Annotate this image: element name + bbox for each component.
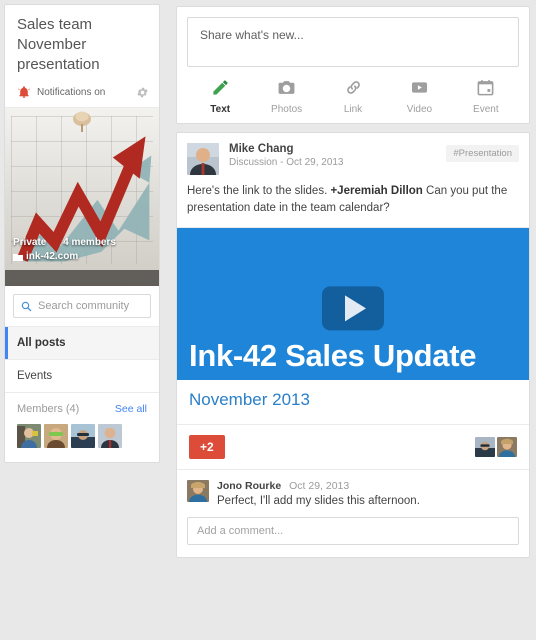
post-actions: +2 [177, 425, 529, 470]
tab-video-label: Video [406, 104, 433, 115]
tab-text[interactable]: Text [187, 77, 253, 115]
slide-thumbnail[interactable]: Ink-42 Sales Update [177, 228, 529, 380]
avatar[interactable] [187, 143, 219, 175]
tab-link[interactable]: Link [320, 77, 386, 115]
tab-photos[interactable]: Photos [253, 77, 319, 115]
comment-item: Jono Rourke Oct 29, 2013 Perfect, I'll a… [177, 470, 529, 511]
community-sidebar: Sales team November presentation Notific… [4, 4, 160, 463]
plusers-list [475, 437, 517, 457]
slide-caption[interactable]: November 2013 [177, 380, 529, 425]
post-meta: Discussion - Oct 29, 2013 [229, 157, 344, 168]
post-author[interactable]: Mike Chang [229, 143, 446, 155]
search-section [5, 286, 159, 327]
post-attachment[interactable]: Ink-42 Sales Update November 2013 [177, 228, 529, 425]
post-header: Mike Chang Discussion - Oct 29, 2013 #Pr… [177, 133, 529, 175]
play-icon[interactable] [322, 286, 384, 331]
notifications-label: Notifications on [37, 86, 106, 98]
post-body: Here's the link to the slides. +Jeremiah… [177, 175, 529, 228]
comment-author[interactable]: Jono Rourke [217, 480, 281, 492]
plus-one-badge[interactable]: +2 [189, 435, 225, 459]
tab-event[interactable]: Event [453, 77, 519, 115]
cover-members-count: 4 members [63, 237, 116, 248]
gear-icon[interactable] [136, 86, 149, 99]
community-cover-image[interactable]: Private 4 members ink-42.com [5, 108, 159, 286]
members-section: Members (4) See all [5, 393, 159, 462]
member-avatar-3[interactable] [71, 424, 95, 448]
pluser-avatar-1[interactable] [475, 437, 495, 457]
calendar-icon [476, 77, 495, 97]
cover-meta: Private 4 members ink-42.com [13, 236, 130, 264]
tab-text-label: Text [210, 104, 231, 115]
tab-photos-label: Photos [271, 104, 303, 115]
domain-icon [13, 253, 23, 261]
member-avatar-4[interactable] [98, 424, 122, 448]
search-icon [21, 301, 32, 311]
comment-date: Oct 29, 2013 [289, 480, 350, 492]
video-icon [410, 77, 429, 97]
cover-bottom-bar [5, 270, 159, 286]
search-box[interactable] [13, 294, 151, 318]
main-column: Share what's new... Text Photos Link Vid… [170, 0, 536, 640]
pencil-icon [211, 77, 230, 97]
composer-tab-strip: Text Photos Link Video Event [187, 67, 519, 123]
comment-input-wrap [177, 511, 529, 557]
tab-link-label: Link [343, 104, 363, 115]
post-composer: Share what's new... Text Photos Link Vid… [176, 6, 530, 124]
cover-privacy: Private [13, 237, 47, 248]
pluser-avatar-2[interactable] [497, 437, 517, 457]
status-badge[interactable]: #Presentation [446, 145, 519, 162]
tab-event-label: Event [473, 104, 499, 115]
member-avatar-2[interactable] [44, 424, 68, 448]
slide-title: Ink-42 Sales Update [189, 338, 477, 373]
cover-domain: ink-42.com [26, 251, 79, 262]
post-body-prefix: Here's the link to the slides. [187, 185, 331, 197]
sidebar-item-events[interactable]: Events [5, 360, 159, 393]
notifications-row[interactable]: Notifications on [5, 79, 159, 108]
camera-icon [277, 77, 296, 97]
member-avatar-1[interactable] [17, 424, 41, 448]
post-card: Mike Chang Discussion - Oct 29, 2013 #Pr… [176, 132, 530, 558]
community-page: Sales team November presentation Notific… [0, 0, 536, 640]
play-triangle [345, 295, 366, 322]
search-input[interactable] [38, 300, 143, 312]
sidebar-item-all-posts[interactable]: All posts [5, 327, 159, 360]
page-title: Sales team November presentation [17, 16, 100, 73]
comment-input[interactable] [187, 517, 519, 545]
see-all-members-link[interactable]: See all [115, 403, 147, 415]
tab-video[interactable]: Video [386, 77, 452, 115]
member-avatar-list [17, 424, 147, 448]
post-mention[interactable]: +Jeremiah Dillon [330, 185, 422, 197]
comment-text: Perfect, I'll add my slides this afterno… [217, 495, 420, 507]
comment-avatar[interactable] [187, 480, 209, 502]
link-icon [344, 77, 363, 97]
composer-input[interactable]: Share what's new... [187, 17, 519, 67]
members-title: Members (4) [17, 403, 80, 415]
bell-icon [17, 85, 31, 99]
